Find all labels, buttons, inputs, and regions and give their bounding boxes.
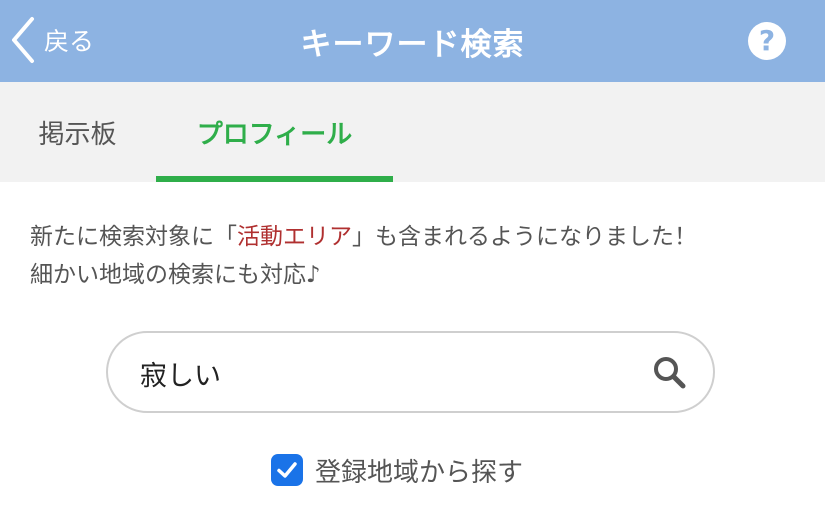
notice-text-after: 」も含まれるようになりました！: [352, 224, 697, 250]
region-filter-label: 登録地域から探す: [315, 457, 524, 488]
page-title: キーワード検索: [300, 26, 525, 63]
checkmark-icon: [277, 462, 297, 478]
search-button[interactable]: [648, 351, 690, 393]
search-icon: [654, 357, 686, 389]
tab-profile[interactable]: プロフィール: [156, 82, 393, 182]
back-label: 戻る: [44, 27, 95, 56]
tab-bar: 掲示板 プロフィール: [0, 82, 825, 182]
help-button[interactable]: ?: [748, 22, 786, 60]
back-button[interactable]: 戻る: [10, 14, 94, 66]
search-input[interactable]: [138, 347, 622, 399]
notice-line-1: 新たに検索対象に「活動エリア」も含まれるようになりました！: [30, 218, 810, 256]
notice-text-before: 新たに検索対象に「: [30, 224, 237, 250]
question-icon: ?: [758, 24, 776, 57]
chevron-left-icon: [12, 17, 34, 63]
tab-board[interactable]: 掲示板: [0, 82, 155, 182]
search-notice: 新たに検索対象に「活動エリア」も含まれるようになりました！ 細かい地域の検索にも…: [30, 218, 810, 294]
notice-highlight: 活動エリア: [237, 224, 352, 250]
region-filter-checkbox-row[interactable]: 登録地域から探す: [271, 452, 523, 488]
top-nav-bar: 戻る キーワード検索 ?: [0, 0, 825, 82]
search-box: [106, 331, 715, 413]
active-tab-indicator: [156, 176, 393, 182]
notice-line-2: 細かい地域の検索にも対応♪: [30, 262, 321, 288]
region-filter-checkbox[interactable]: [271, 454, 303, 486]
